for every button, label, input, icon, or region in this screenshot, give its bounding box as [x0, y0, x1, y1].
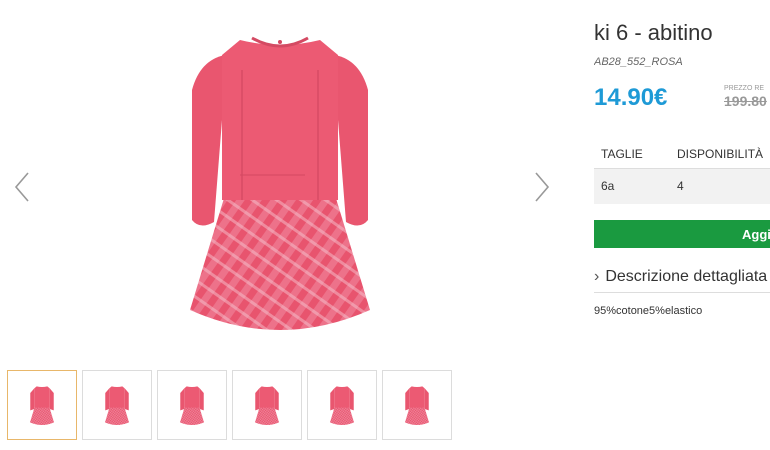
product-sku: AB28_552_ROSA — [594, 56, 683, 68]
thumbnail-5[interactable] — [307, 370, 377, 440]
old-price: 199.80 — [724, 93, 767, 109]
add-to-cart-button[interactable]: Aggiu — [594, 220, 770, 248]
table-row[interactable]: 6a 4 — [594, 168, 770, 204]
thumbnail-1[interactable] — [7, 370, 77, 440]
product-title: ki 6 - abitino — [594, 20, 713, 45]
old-price-label: PREZZO RE — [724, 85, 765, 92]
thumbnail-4[interactable] — [232, 370, 302, 440]
product-info: ki 6 - abitino AB28_552_ROSA 14.90€ PREZ… — [594, 0, 770, 450]
thumbnail-2[interactable] — [82, 370, 152, 440]
prev-image-button[interactable] — [10, 170, 34, 204]
main-product-image[interactable] — [60, 10, 500, 350]
description-toggle-label: Descrizione dettagliata — [605, 268, 768, 285]
thumbnail-3[interactable] — [157, 370, 227, 440]
product-gallery — [0, 0, 560, 450]
product-price: 14.90€ — [594, 84, 668, 111]
divider — [594, 292, 770, 293]
column-header-disponibilita: DISPONIBILITÀ — [670, 140, 770, 169]
chevron-left-icon — [14, 172, 29, 202]
thumbnail-6[interactable] — [382, 370, 452, 440]
column-header-taglie: TAGLIE — [594, 140, 670, 169]
size-cell: 6a — [594, 168, 670, 204]
description-toggle[interactable]: › Descrizione dettagliata — [594, 268, 770, 286]
description-text: 95%cotone5%elastico — [594, 305, 703, 317]
next-image-button[interactable] — [530, 170, 554, 204]
thumbnail-strip — [7, 370, 452, 440]
availability-cell: 4 — [670, 168, 770, 204]
chevron-right-icon — [535, 172, 550, 202]
size-availability-table: TAGLIE DISPONIBILITÀ 6a 4 — [594, 140, 770, 204]
chevron-right-icon: › — [594, 268, 600, 285]
